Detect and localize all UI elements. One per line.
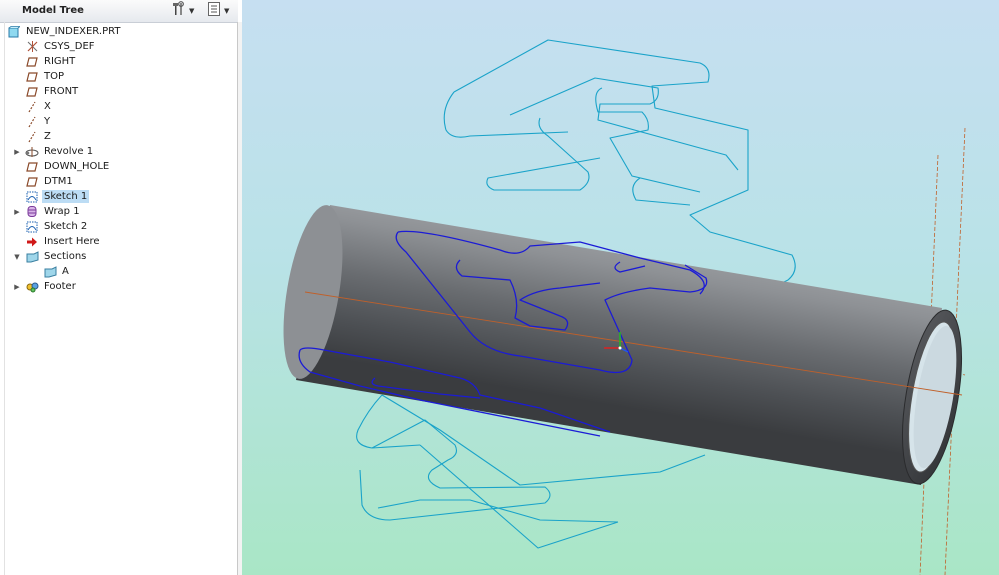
tree-item-z-axis[interactable]: Z	[25, 129, 53, 144]
expand-arrow-icon[interactable]: ▶	[13, 204, 21, 219]
tree-root-part[interactable]: NEW_INDEXER.PRT	[7, 24, 122, 39]
model-tree-title: Model Tree	[22, 5, 84, 16]
section-icon	[43, 265, 57, 279]
part-icon	[7, 25, 21, 39]
tree-item-csys-def[interactable]: CSYS_DEF	[25, 39, 97, 54]
model-tree-header: Model Tree ▼ ▼	[0, 0, 238, 23]
list-icon	[206, 1, 222, 21]
expand-arrow-icon[interactable]: ▶	[13, 279, 21, 294]
datum-plane-icon	[25, 70, 39, 84]
tree-item-x-axis[interactable]: X	[25, 99, 53, 114]
datum-plane-icon	[25, 160, 39, 174]
model-tree-panel: Model Tree ▼ ▼ NEW_INDEXER.PRT CSYS_DEF …	[0, 0, 243, 575]
datum-plane-icon	[25, 175, 39, 189]
datum-plane-icon	[25, 55, 39, 69]
tree-item-y-axis[interactable]: Y	[25, 114, 52, 129]
datum-plane-icon	[25, 85, 39, 99]
tree-item-down-hole[interactable]: DOWN_HOLE	[25, 159, 111, 174]
expand-arrow-icon[interactable]: ▶	[13, 144, 21, 159]
datum-axis-icon	[25, 130, 39, 144]
sketch-icon	[25, 220, 39, 234]
tree-item-sketch-1[interactable]: Sketch 1	[25, 189, 90, 204]
tree-show-button[interactable]: ▼	[206, 1, 230, 21]
chevron-down-icon: ▼	[189, 7, 195, 15]
sections-folder-icon	[25, 250, 39, 264]
collapse-arrow-icon[interactable]: ▼	[13, 249, 21, 264]
graphics-viewport[interactable]	[242, 0, 999, 575]
tree-item-sections[interactable]: Sections	[25, 249, 88, 264]
tree-item-right-plane[interactable]: RIGHT	[25, 54, 77, 69]
tree-item-footer[interactable]: Footer	[25, 279, 78, 294]
wrap-icon	[25, 205, 39, 219]
sketch-icon	[25, 190, 39, 204]
coordinate-system-icon	[25, 40, 39, 54]
tools-icon	[171, 1, 187, 21]
tree-item-revolve-1[interactable]: Revolve 1	[25, 144, 95, 159]
model-tree-list: NEW_INDEXER.PRT CSYS_DEF RIGHT TOP FRONT…	[4, 22, 238, 575]
tree-item-sketch-2[interactable]: Sketch 2	[25, 219, 89, 234]
insert-arrow-icon	[25, 235, 39, 249]
chevron-down-icon: ▼	[224, 7, 230, 15]
tree-settings-button[interactable]: ▼	[171, 1, 195, 21]
tree-item-dtm1[interactable]: DTM1	[25, 174, 75, 189]
revolve-icon	[25, 145, 39, 159]
tree-item-insert-here[interactable]: Insert Here	[25, 234, 102, 249]
datum-axis-icon	[25, 100, 39, 114]
tree-item-front-plane[interactable]: FRONT	[25, 84, 80, 99]
tree-item-wrap-1[interactable]: Wrap 1	[25, 204, 82, 219]
tree-item-top-plane[interactable]: TOP	[25, 69, 66, 84]
model-graphics	[283, 39, 966, 575]
footer-icon	[25, 280, 39, 294]
datum-axis-icon	[25, 115, 39, 129]
tree-item-section-a[interactable]: A	[43, 264, 71, 279]
